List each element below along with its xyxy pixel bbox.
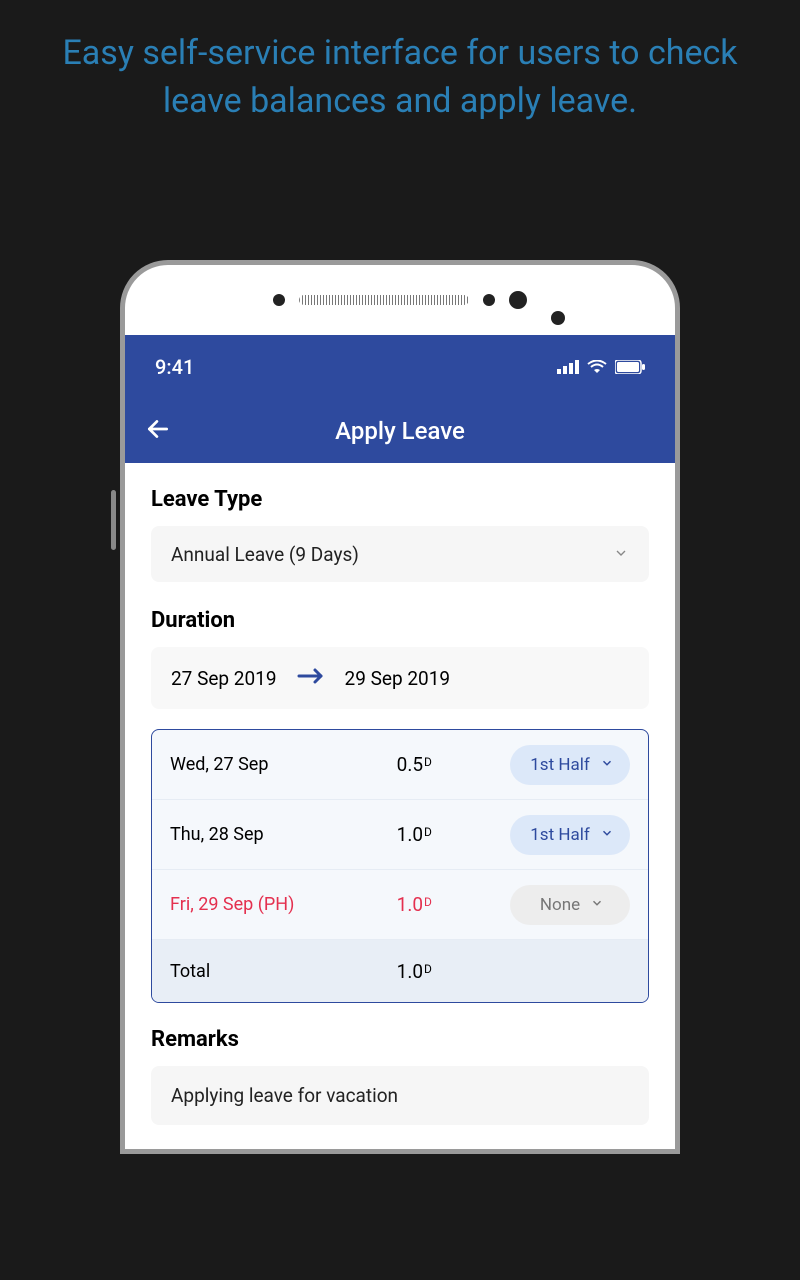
phone-notch bbox=[125, 283, 675, 317]
date-from: 27 Sep 2019 bbox=[171, 667, 277, 690]
day-label: Thu, 28 Sep bbox=[170, 824, 397, 845]
chevron-down-icon bbox=[600, 755, 614, 775]
day-amount: 1.0D bbox=[397, 893, 510, 916]
status-bar: 9:41 bbox=[125, 335, 675, 399]
day-label: Wed, 27 Sep bbox=[170, 754, 397, 775]
remarks-input[interactable]: Applying leave for vacation bbox=[151, 1066, 649, 1125]
wifi-icon bbox=[587, 360, 607, 374]
total-row: Total1.0D bbox=[152, 940, 648, 1002]
day-label: Fri, 29 Sep (PH) bbox=[170, 894, 397, 915]
duration-label: Duration bbox=[151, 608, 649, 633]
duration-breakdown-card: Wed, 27 Sep0.5D1st Half Thu, 28 Sep1.0D1… bbox=[151, 729, 649, 1003]
phone-side-button bbox=[111, 490, 116, 550]
half-day-select[interactable]: 1st Half bbox=[510, 745, 630, 785]
total-label: Total bbox=[170, 961, 397, 982]
chevron-down-icon bbox=[590, 895, 604, 915]
arrow-left-icon bbox=[145, 416, 171, 442]
chevron-down-icon bbox=[600, 825, 614, 845]
day-amount: 0.5D bbox=[397, 753, 510, 776]
speaker-grille-icon bbox=[299, 295, 469, 305]
signal-icon bbox=[557, 360, 579, 374]
chevron-down-icon bbox=[613, 543, 629, 566]
date-range-picker[interactable]: 27 Sep 2019 29 Sep 2019 bbox=[151, 647, 649, 709]
day-amount: 1.0D bbox=[397, 823, 510, 846]
nav-bar: Apply Leave bbox=[125, 399, 675, 463]
promo-headline: Easy self-service interface for users to… bbox=[0, 0, 800, 125]
sensor-dot-icon bbox=[483, 294, 495, 306]
camera-dot-icon bbox=[509, 291, 527, 309]
battery-icon bbox=[615, 360, 645, 374]
half-day-select: None bbox=[510, 885, 630, 925]
leave-type-select[interactable]: Annual Leave (9 Days) bbox=[151, 526, 649, 582]
arrow-right-icon bbox=[297, 666, 325, 691]
leave-type-value: Annual Leave (9 Days) bbox=[171, 543, 359, 566]
remarks-label: Remarks bbox=[151, 1027, 649, 1052]
page-title: Apply Leave bbox=[125, 417, 675, 445]
date-to: 29 Sep 2019 bbox=[345, 667, 451, 690]
day-row: Wed, 27 Sep0.5D1st Half bbox=[152, 730, 648, 800]
leave-type-label: Leave Type bbox=[151, 487, 649, 512]
phone-frame: 9:41 Apply Leave Leave Type Annual Leave… bbox=[120, 260, 680, 1154]
half-day-select[interactable]: 1st Half bbox=[510, 815, 630, 855]
back-button[interactable] bbox=[145, 416, 171, 446]
day-row: Thu, 28 Sep1.0D1st Half bbox=[152, 800, 648, 870]
status-time: 9:41 bbox=[155, 355, 194, 379]
sensor-dot-icon bbox=[551, 311, 565, 325]
sensor-dot-icon bbox=[273, 294, 285, 306]
total-amount: 1.0D bbox=[397, 960, 510, 983]
day-row: Fri, 29 Sep (PH)1.0DNone bbox=[152, 870, 648, 940]
